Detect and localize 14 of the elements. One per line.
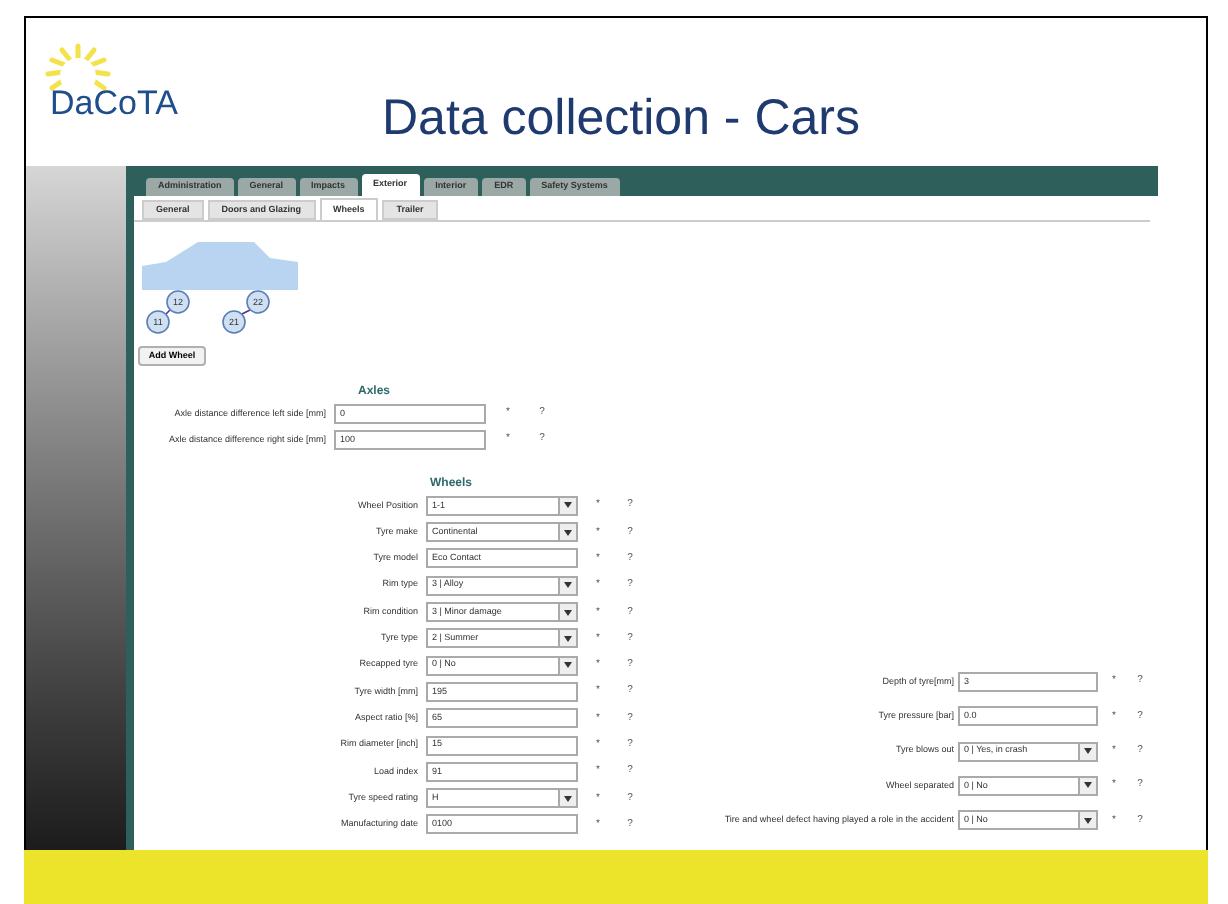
- dropdown-caret-icon: [1084, 748, 1092, 755]
- dropdown-caret-icon: [564, 795, 572, 802]
- dropdown-caret-icon: [564, 662, 572, 669]
- connector-line: [241, 308, 251, 315]
- dropdown-caret-icon: [564, 502, 572, 509]
- logo-text: DaCoTA: [50, 86, 178, 120]
- slide-title: Data collection - Cars: [382, 94, 860, 144]
- dropdown-caret-icon: [1084, 782, 1092, 789]
- dropdown-caret-icon: [564, 635, 572, 642]
- dropdown-caret-icon: [1084, 817, 1092, 824]
- dropdown-caret-icon: [564, 529, 572, 536]
- dropdown-caret-icon: [564, 609, 572, 616]
- dropdown-caret-icon: [564, 582, 572, 589]
- connector-line: [165, 308, 171, 315]
